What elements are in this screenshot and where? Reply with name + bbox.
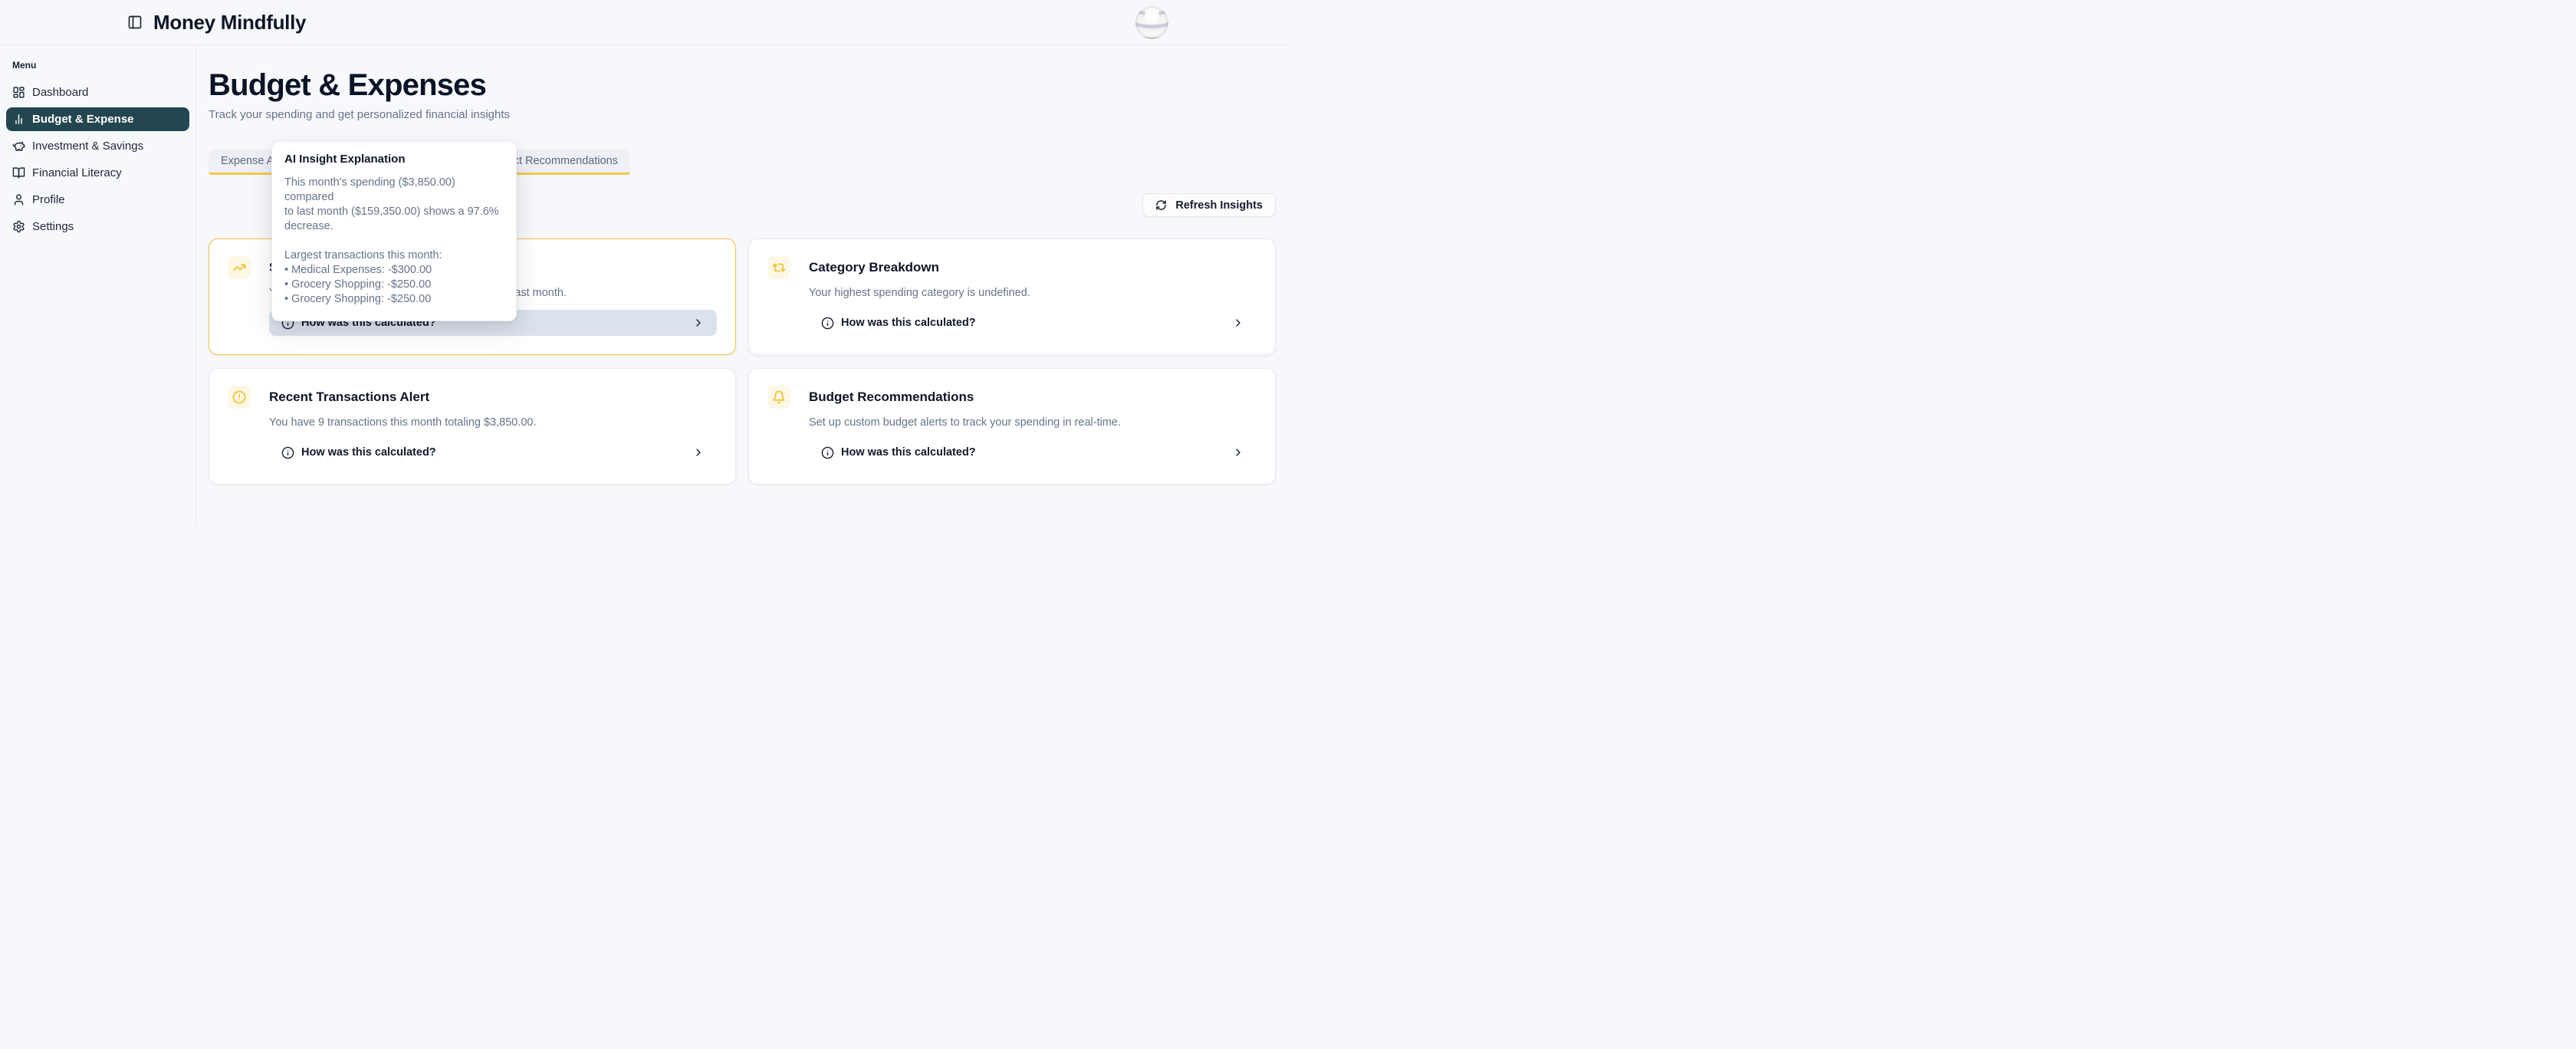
card-body: Your highest spending category is undefi… (809, 285, 1257, 301)
popover-spacer (284, 234, 504, 248)
sidebar-nav: Dashboard Budget & Expense Investment & … (6, 81, 189, 238)
chevron-right-icon (692, 317, 705, 329)
popover-text-line: Largest transactions this month: (284, 248, 504, 263)
sidebar-item-label: Investment & Savings (32, 140, 143, 153)
how-calculated-label: How was this calculated? (301, 446, 436, 459)
card-title: Category Breakdown (809, 260, 1257, 275)
popover-title: AI Insight Explanation (284, 153, 504, 166)
info-icon (821, 317, 834, 330)
card-recent-transactions-alert: Recent Transactions Alert You have 9 tra… (209, 368, 736, 485)
ai-insight-popover: AI Insight Explanation This month's spen… (271, 141, 517, 321)
alert-circle-icon (228, 386, 251, 409)
layout-dashboard-icon (12, 86, 25, 99)
popover-text-line: This month's spending ($3,850.00) compar… (284, 176, 504, 205)
app-header: Money Mindfully (0, 0, 1288, 45)
bar-chart-icon (12, 113, 25, 126)
info-icon (821, 446, 834, 459)
sidebar: Menu Dashboard Budget & Expense Investme… (0, 45, 196, 524)
sidebar-toggle-button[interactable] (125, 12, 145, 32)
page-title: Budget & Expenses (209, 68, 1276, 102)
popover-text-line: to last month ($159,350.00) shows a 97.6… (284, 205, 504, 219)
sidebar-item-settings[interactable]: Settings (6, 215, 189, 238)
chevron-right-icon (692, 446, 705, 459)
card-title: Budget Recommendations (809, 390, 1257, 405)
popover-text-line: • Grocery Shopping: -$250.00 (284, 292, 504, 307)
card-body: You have 9 transactions this month total… (269, 415, 717, 430)
piggy-bank-icon (12, 140, 25, 153)
book-open-icon (12, 166, 25, 179)
popover-body: This month's spending ($3,850.00) compar… (284, 176, 504, 307)
how-calculated-label: How was this calculated? (841, 317, 976, 329)
repeat-icon (767, 256, 790, 279)
card-title: Recent Transactions Alert (269, 390, 717, 405)
how-calculated-row[interactable]: How was this calculated? (809, 310, 1257, 336)
sidebar-item-investment-savings[interactable]: Investment & Savings (6, 134, 189, 158)
chevron-right-icon (1232, 317, 1244, 329)
sidebar-item-label: Dashboard (32, 86, 88, 99)
page-subtitle: Track your spending and get personalized… (209, 108, 1276, 121)
refresh-insights-button[interactable]: Refresh Insights (1142, 193, 1276, 217)
sidebar-item-label: Settings (32, 220, 74, 233)
user-icon (12, 193, 25, 206)
info-icon (281, 446, 294, 459)
sidebar-item-label: Budget & Expense (32, 113, 134, 126)
bell-icon (767, 386, 790, 409)
user-avatar[interactable] (1135, 6, 1168, 39)
card-budget-recommendations: Budget Recommendations Set up custom bud… (748, 368, 1276, 485)
trending-up-icon (228, 256, 251, 279)
refresh-icon (1155, 199, 1167, 211)
card-category-breakdown: Category Breakdown Your highest spending… (748, 238, 1276, 355)
how-calculated-row[interactable]: How was this calculated? (809, 439, 1257, 465)
how-calculated-row[interactable]: How was this calculated? (269, 439, 717, 465)
chevron-right-icon (1232, 446, 1244, 459)
popover-text-line: • Medical Expenses: -$300.00 (284, 263, 504, 278)
how-calculated-label: How was this calculated? (841, 446, 976, 459)
sidebar-item-label: Financial Literacy (32, 166, 122, 179)
panel-left-icon (127, 15, 143, 30)
popover-text-line: decrease. (284, 219, 504, 234)
sidebar-item-profile[interactable]: Profile (6, 188, 189, 212)
card-body: Set up custom budget alerts to track you… (809, 415, 1257, 430)
sidebar-item-budget-expense[interactable]: Budget & Expense (6, 107, 189, 131)
sidebar-item-financial-literacy[interactable]: Financial Literacy (6, 161, 189, 185)
sidebar-item-label: Profile (32, 193, 65, 206)
sidebar-section-label: Menu (12, 60, 189, 71)
app-title: Money Mindfully (153, 11, 306, 35)
gear-icon (12, 220, 25, 233)
sidebar-item-dashboard[interactable]: Dashboard (6, 81, 189, 104)
refresh-insights-label: Refresh Insights (1175, 199, 1263, 212)
popover-text-line: • Grocery Shopping: -$250.00 (284, 278, 504, 292)
